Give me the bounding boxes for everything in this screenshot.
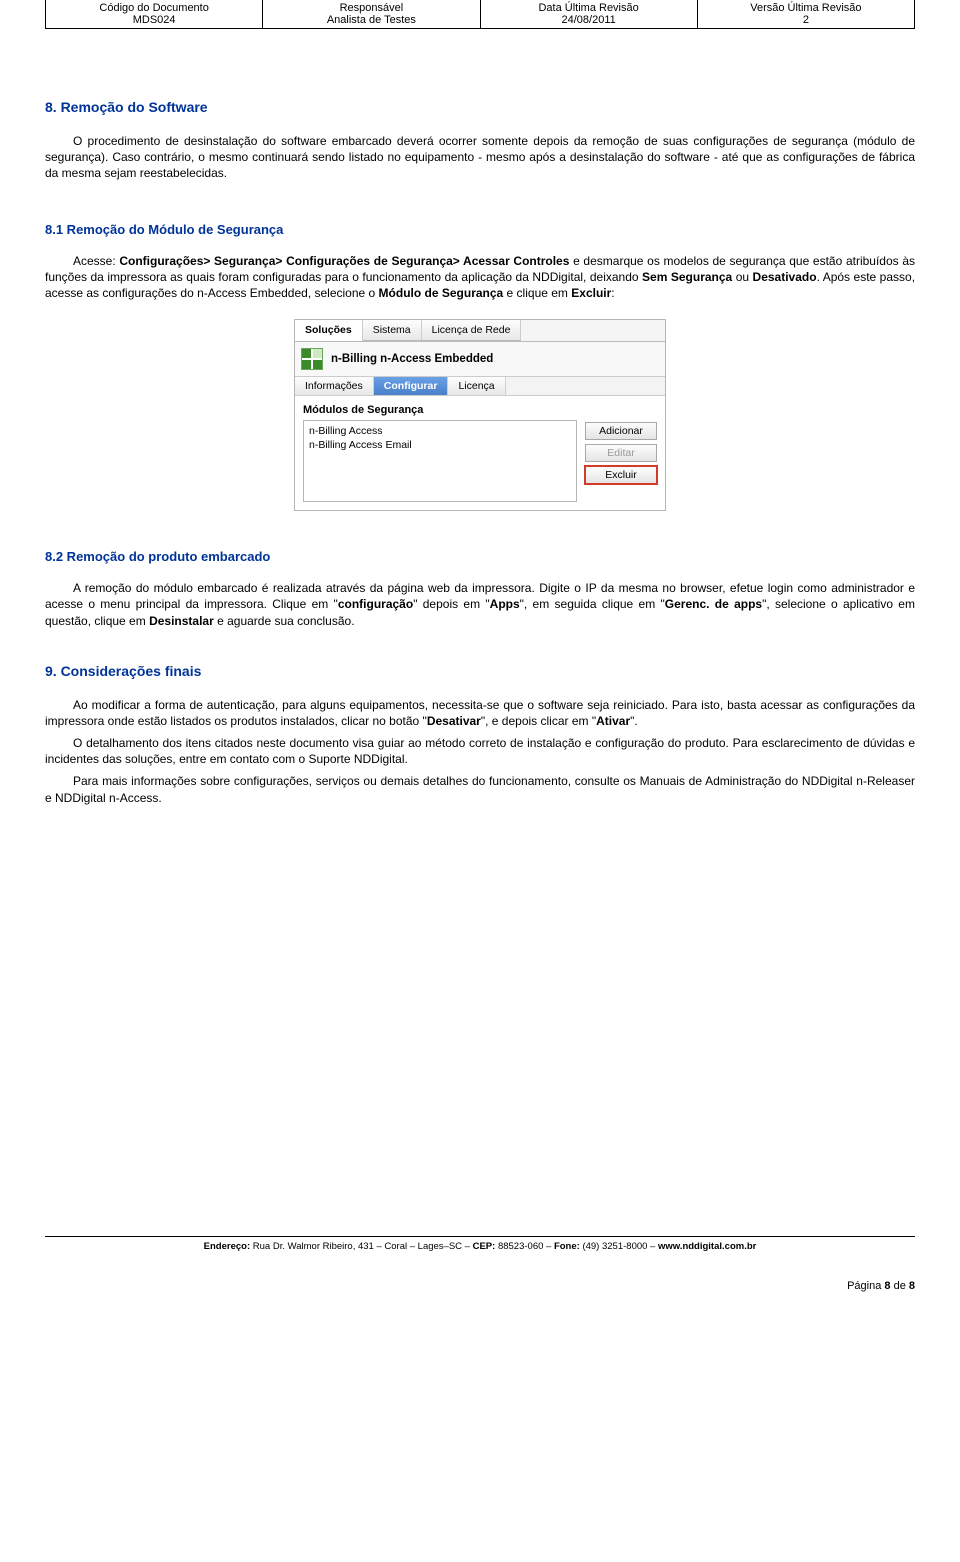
s81-security-module: Módulo de Segurança: [379, 286, 504, 300]
delete-button[interactable]: Excluir: [585, 466, 657, 484]
section-9-paragraph-2: O detalhamento dos itens citados neste d…: [45, 735, 915, 767]
tab-network-license[interactable]: Licença de Rede: [422, 320, 522, 341]
figure-wrapper: Soluções Sistema Licença de Rede n-Billi…: [45, 319, 915, 511]
s82-config: configuração: [338, 597, 413, 611]
section-8-1-title: 8.1 Remoção do Módulo de Segurança: [45, 222, 915, 237]
pagenum-total: 8: [909, 1280, 915, 1292]
s81-disabled: Desativado: [753, 270, 817, 284]
page-number: Página 8 de 8: [45, 1280, 915, 1292]
footer-website: www.nddigital.com.br: [658, 1241, 756, 1252]
s82-text-5: e aguarde sua conclusão.: [214, 614, 355, 628]
section-8-title: 8. Remoção do Software: [45, 99, 915, 115]
s81-text-3: ou: [732, 270, 752, 284]
header-code-value: MDS024: [46, 14, 262, 26]
s9-p1-text-3: ".: [630, 714, 638, 728]
footer-cep: 88523-060 –: [495, 1241, 554, 1252]
footer-cep-label: CEP:: [473, 1241, 496, 1252]
header-version-label: Versão Última Revisão: [698, 2, 914, 14]
subtab-info[interactable]: Informações: [295, 377, 374, 395]
s82-text-2: " depois em ": [413, 597, 489, 611]
add-button[interactable]: Adicionar: [585, 422, 657, 440]
s82-text-3: ", em seguida clique em ": [520, 597, 665, 611]
section-8-2-title: 8.2 Remoção do produto embarcado: [45, 549, 915, 564]
section-9-paragraph-3: Para mais informações sobre configuraçõe…: [45, 773, 915, 805]
footer-phone: (49) 3251-8000 –: [580, 1241, 658, 1252]
section-9-title: 9. Considerações finais: [45, 663, 915, 679]
s82-uninstall: Desinstalar: [149, 614, 214, 628]
security-modules-label: Módulos de Segurança: [303, 404, 657, 416]
s81-text-6: :: [611, 286, 614, 300]
s9-activate: Ativar: [596, 714, 630, 728]
tab-system[interactable]: Sistema: [363, 320, 422, 341]
footer-address-label: Endereço:: [204, 1241, 250, 1252]
app-title: n-Billing n-Access Embedded: [331, 353, 493, 365]
pagenum-of: de: [891, 1280, 909, 1292]
security-module-item-1[interactable]: n-Billing Access: [309, 424, 571, 438]
section-9-paragraph-1: Ao modificar a forma de autenticação, pa…: [45, 697, 915, 729]
subtab-license[interactable]: Licença: [448, 377, 505, 395]
header-responsible-label: Responsável: [263, 2, 479, 14]
s81-text-1: Acesse:: [73, 254, 119, 268]
s9-deactivate: Desativar: [427, 714, 481, 728]
app-title-row: n-Billing n-Access Embedded: [295, 342, 665, 377]
header-version-value: 2: [698, 14, 914, 26]
section-8-paragraph: O procedimento de desinstalação do softw…: [45, 133, 915, 182]
s82-apps: Apps: [490, 597, 520, 611]
edit-button[interactable]: Editar: [585, 444, 657, 462]
embedded-app-window: Soluções Sistema Licença de Rede n-Billi…: [294, 319, 666, 511]
s81-path: Configurações> Segurança> Configurações …: [119, 254, 569, 268]
section-8-2-paragraph: A remoção do módulo embarcado é realizad…: [45, 580, 915, 629]
module-buttons: Adicionar Editar Excluir: [585, 420, 657, 502]
header-code-label: Código do Documento: [46, 2, 262, 14]
header-date-value: 24/08/2011: [481, 14, 697, 26]
subtab-configure[interactable]: Configurar: [374, 377, 449, 395]
header-date-label: Data Última Revisão: [481, 2, 697, 14]
footer-phone-label: Fone:: [554, 1241, 580, 1252]
header-col-date: Data Última Revisão 24/08/2011: [481, 0, 698, 28]
page-footer: Endereço: Rua Dr. Walmor Ribeiro, 431 – …: [45, 1236, 915, 1252]
pagenum-label: Página: [847, 1280, 884, 1292]
top-tabs: Soluções Sistema Licença de Rede: [295, 320, 665, 342]
footer-address: Rua Dr. Walmor Ribeiro, 431 – Coral – La…: [250, 1241, 472, 1252]
doc-header: Código do Documento MDS024 Responsável A…: [45, 0, 915, 29]
s81-text-5: e clique em: [503, 286, 571, 300]
sub-tabs: Informações Configurar Licença: [295, 377, 665, 396]
header-col-responsible: Responsável Analista de Testes: [263, 0, 480, 28]
header-col-version: Versão Última Revisão 2: [698, 0, 914, 28]
security-modules-list[interactable]: n-Billing Access n-Billing Access Email: [303, 420, 577, 502]
s82-manage-apps: Gerenc. de apps: [665, 597, 762, 611]
app-logo-icon: [301, 348, 323, 370]
security-module-item-2[interactable]: n-Billing Access Email: [309, 438, 571, 452]
tab-solutions[interactable]: Soluções: [295, 320, 363, 341]
security-modules-panel: Módulos de Segurança n-Billing Access n-…: [295, 396, 665, 510]
s9-p1-text-2: ", e depois clicar em ": [481, 714, 596, 728]
s81-exclude: Excluir: [571, 286, 611, 300]
section-8-1-paragraph: Acesse: Configurações> Segurança> Config…: [45, 253, 915, 302]
s81-no-security: Sem Segurança: [642, 270, 732, 284]
header-responsible-value: Analista de Testes: [263, 14, 479, 26]
header-col-code: Código do Documento MDS024: [46, 0, 263, 28]
